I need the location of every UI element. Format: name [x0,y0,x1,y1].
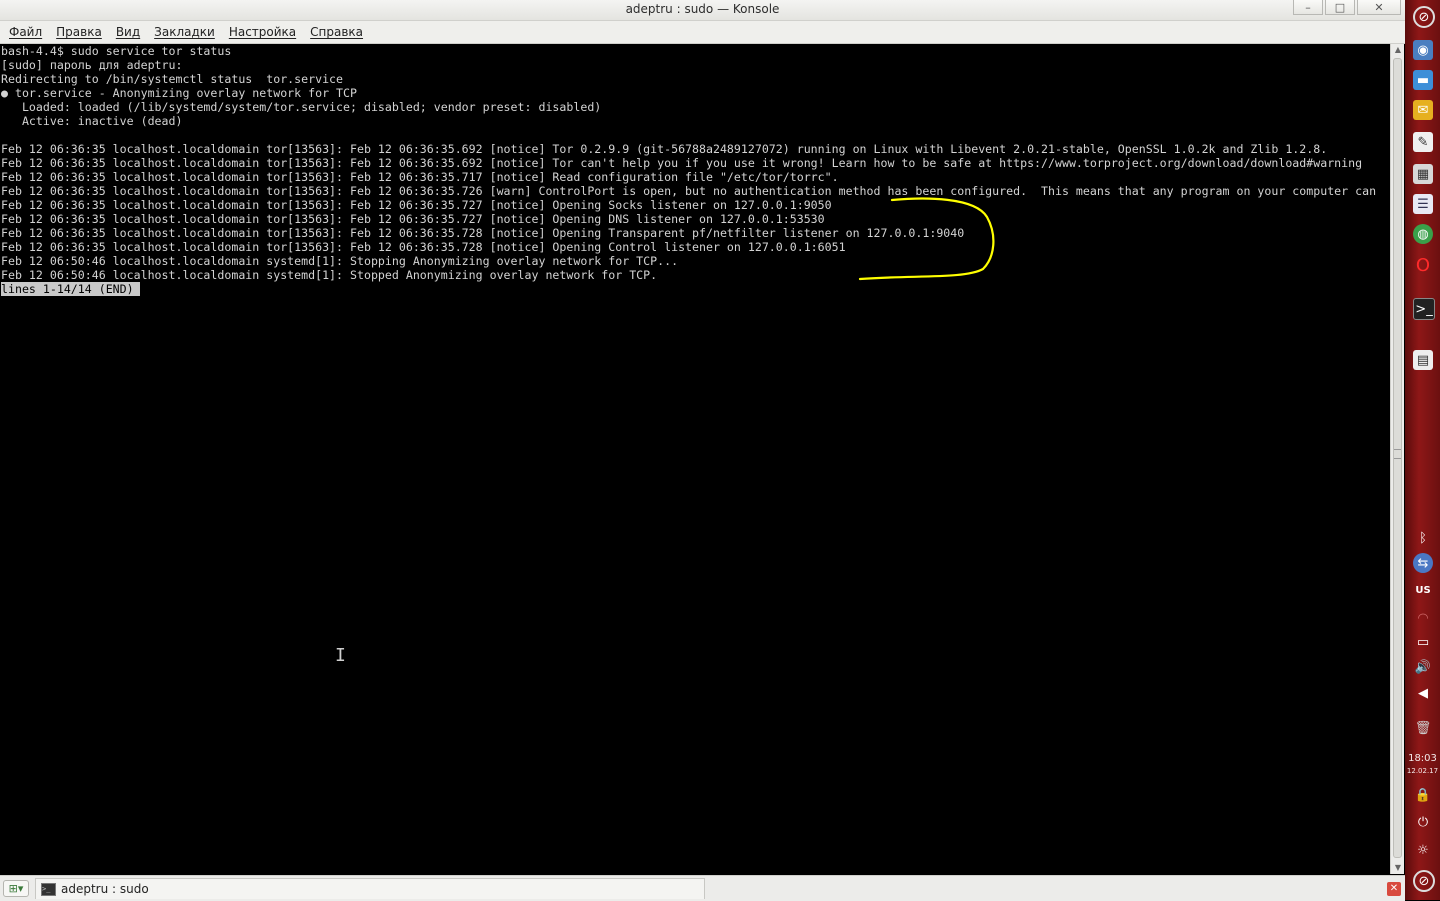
terminal-scrollbar[interactable]: ▲ ▼ [1390,44,1404,874]
power-icon[interactable]: ⏻ [1413,812,1433,832]
tab-label: adeptru : sudo [61,882,149,896]
tab-bar: ⊞▾ >_ adeptru : sudo ✕ [0,875,1405,901]
lock-icon[interactable]: 🔒 [1413,785,1433,805]
terminal-line: Feb 12 06:36:35 localhost.localdomain to… [1,142,1328,156]
side-dock: ⊘ ◉ ▬ ✉ ✎ ▦ ☰ ◍ O >_ ▤ ᛒ ⇆ US ◠ ▭ 🔊 ◀ 🗑 … [1405,0,1440,900]
scroll-down-icon[interactable]: ▼ [1391,862,1405,874]
terminal-line: bash-4.4$ sudo service tor status [1,44,232,58]
konsole-icon[interactable]: >_ [1413,298,1435,320]
window-title: adeptru : sudo — Konsole [625,2,780,16]
konsole-window: adeptru : sudo — Konsole – □ ✕ Файл Прав… [0,0,1405,901]
new-tab-icon: ⊞▾ [8,882,24,895]
network-manager-icon[interactable]: ⇆ [1413,553,1433,573]
menu-settings[interactable]: Настройка [229,25,296,39]
terminal-output[interactable]: bash-4.4$ sudo service tor status [sudo]… [0,44,1390,874]
terminal-line: Feb 12 06:50:46 localhost.localdomain sy… [1,268,658,282]
folder-icon[interactable]: ▬ [1413,70,1433,90]
brightness-icon[interactable]: ☼ [1413,840,1433,860]
scroll-up-icon[interactable]: ▲ [1391,44,1405,56]
bluetooth-icon[interactable]: ᛒ [1413,528,1433,548]
pager-status-line: lines 1-14/14 (END) [1,282,140,296]
terminal-line: Feb 12 06:50:46 localhost.localdomain sy… [1,254,679,268]
minimize-button[interactable]: – [1293,0,1323,15]
opera-icon[interactable]: O [1413,255,1433,276]
new-tab-button[interactable]: ⊞▾ [3,880,29,897]
terminal-line: Feb 12 06:36:35 localhost.localdomain to… [1,156,1363,170]
close-button[interactable]: ✕ [1357,0,1401,15]
terminal-line: Redirecting to /bin/systemctl status tor… [1,72,344,86]
menu-edit[interactable]: Правка [56,25,102,39]
terminal-line: Feb 12 06:36:35 localhost.localdomain to… [1,170,839,184]
menu-help[interactable]: Справка [310,25,363,39]
trash-icon[interactable]: 🗑 [1413,718,1433,738]
terminal-line: Feb 12 06:36:35 localhost.localdomain to… [1,198,832,212]
finder-icon[interactable]: ◉ [1413,40,1433,60]
keyboard-layout-icon[interactable]: US [1413,580,1433,600]
media-back-icon[interactable]: ◀ [1413,683,1433,703]
terminal-line: ● tor.service - Anonymizing overlay netw… [1,86,357,100]
opera-bottom-icon[interactable]: ⊘ [1413,870,1435,892]
scrollbar-grip [1394,449,1401,459]
opera-launcher-icon[interactable]: ⊘ [1413,6,1435,28]
menu-view[interactable]: Вид [116,25,140,39]
text-cursor-icon: I [335,645,346,666]
terminal-line: Active: inactive (dead) [1,114,183,128]
terminal-line: [sudo] пароль для adeptru: [1,58,183,72]
terminal-line: Feb 12 06:36:35 localhost.localdomain to… [1,184,1377,198]
text-editor-icon[interactable]: ✎ [1413,132,1433,152]
pager-status: lines 1-14/14 (END) [1,282,140,296]
calculator-icon[interactable]: ▦ [1413,164,1433,184]
mail-icon[interactable]: ✉ [1413,100,1433,120]
title-bar[interactable]: adeptru : sudo — Konsole – □ ✕ [0,0,1405,21]
wifi-icon[interactable]: ◠ [1413,608,1433,628]
volume-icon[interactable]: 🔊 [1413,657,1433,677]
maximize-button[interactable]: □ [1325,0,1355,15]
notes-icon[interactable]: ▤ [1413,350,1433,370]
battery-icon[interactable]: ▭ [1413,632,1433,652]
tab-session[interactable]: >_ adeptru : sudo [35,878,705,899]
terminal-tab-icon: >_ [41,882,56,896]
terminal-line: Loaded: loaded (/lib/systemd/system/tor.… [1,100,602,114]
yellow-annotation-bracket [858,197,995,281]
network-globe-icon[interactable]: ◍ [1413,224,1433,244]
clock-time[interactable]: 18:03 [1405,753,1440,764]
window-controls: – □ ✕ [1291,0,1401,15]
terminal-line: Feb 12 06:36:35 localhost.localdomain to… [1,226,965,240]
menu-bookmarks[interactable]: Закладки [154,25,215,39]
menu-file[interactable]: Файл [9,25,42,39]
close-tab-icon[interactable]: ✕ [1387,882,1401,896]
terminal-line: Feb 12 06:36:35 localhost.localdomain to… [1,240,846,254]
clock-date: 12.02.17 [1406,767,1439,775]
terminal-line: Feb 12 06:36:35 localhost.localdomain to… [1,212,825,226]
menu-bar: Файл Правка Вид Закладки Настройка Справ… [0,21,1405,44]
document-viewer-icon[interactable]: ☰ [1413,194,1433,214]
